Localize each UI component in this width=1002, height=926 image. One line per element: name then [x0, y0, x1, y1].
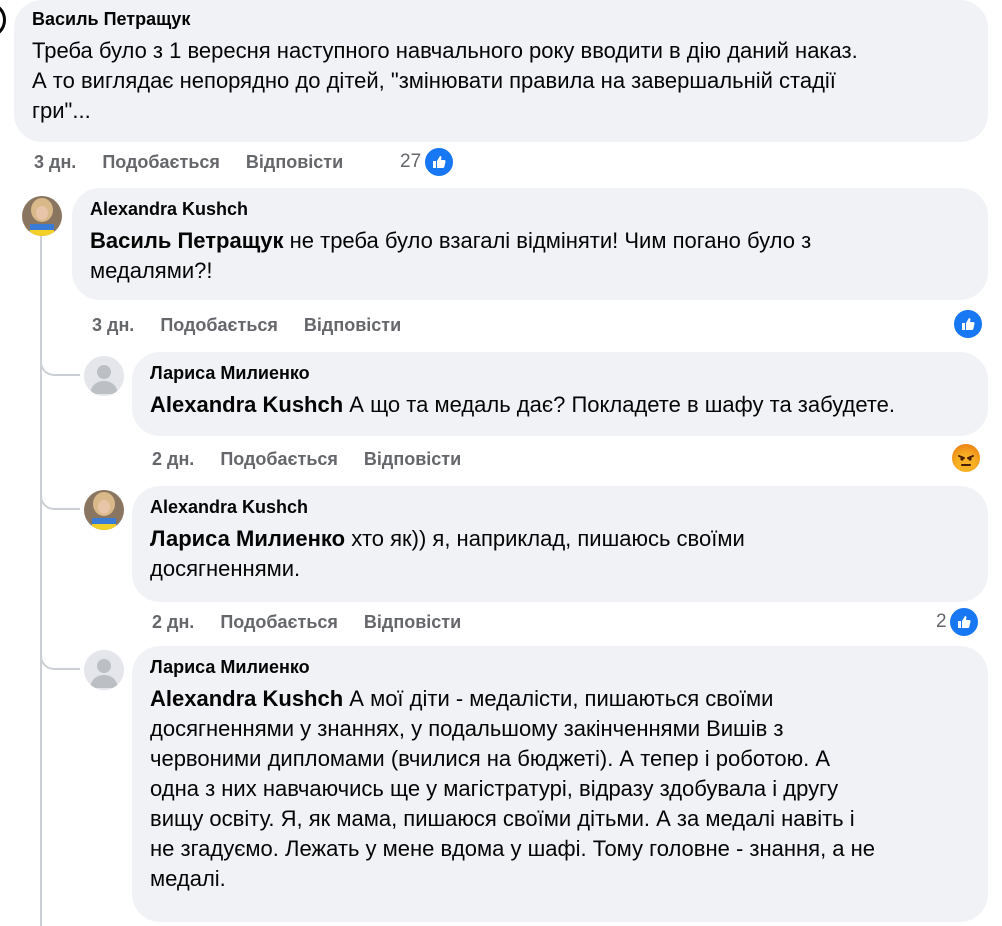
reply-button[interactable]: Відповісти — [304, 315, 401, 336]
comment-author[interactable]: Лариса Милиенко — [150, 656, 970, 678]
comment-actions-2: 3 дн. Подобається Відповісти — [92, 312, 427, 338]
reply-button[interactable]: Відповісти — [364, 449, 461, 470]
comment-text-segment: не треба було взагалі відміняти! Чим пог… — [283, 228, 812, 253]
comment-actions-1: 3 дн. Подобається Відповісти — [34, 149, 369, 175]
reaction-summary-3[interactable] — [950, 442, 982, 474]
comment-author[interactable]: Alexandra Kushch — [150, 496, 970, 518]
comment-bubble-3: Лариса Милиенко Alexandra Kushch А що та… — [132, 352, 988, 436]
reaction-count: 2 — [936, 611, 947, 632]
like-button[interactable]: Подобається — [220, 449, 338, 470]
avatar-default[interactable] — [84, 650, 124, 690]
avatar[interactable] — [22, 196, 62, 236]
comment-text: Василь Петращук не треба було взагалі ві… — [90, 226, 970, 286]
comment-text-line: червоними дипломами (вчилися на бюджеті)… — [150, 746, 831, 771]
comment-text-line: одна з них навчаючись ще у магістратурі,… — [150, 776, 839, 801]
comment-actions-3: 2 дн. Подобається Відповісти — [152, 446, 487, 472]
comment-timestamp[interactable]: 2 дн. — [152, 449, 194, 470]
mention-link[interactable]: Alexandra Kushch — [150, 392, 343, 417]
comment-text-line: А то виглядає непорядно до дітей, "зміню… — [32, 68, 836, 93]
comment-text-segment: А що та медаль дає? Покладете в шафу та … — [343, 392, 896, 417]
mention-link[interactable]: Alexandra Kushch — [150, 686, 343, 711]
comment-text-line: досягненнями у знаннях, у подальшому зак… — [150, 716, 784, 741]
comment-text-line: вищу освіту. Я, як мама, пишаюся своїми … — [150, 806, 855, 831]
comment-text: Alexandra Kushch А що та медаль дає? Пок… — [150, 390, 970, 420]
comment-author[interactable]: Лариса Милиенко — [150, 362, 970, 384]
like-button[interactable]: Подобається — [220, 612, 338, 633]
comment-text-line: гри"... — [32, 98, 91, 123]
thread-curve-3 — [40, 630, 80, 670]
thread-curve-2 — [40, 470, 80, 510]
reaction-summary-4[interactable]: 2 — [936, 606, 980, 638]
comment-text: Alexandra Kushch А мої діти - медалісти,… — [150, 684, 970, 894]
like-icon — [952, 308, 984, 340]
comment-text-line: медалі. — [150, 866, 226, 891]
reply-button[interactable]: Відповісти — [246, 152, 343, 173]
reaction-summary-2[interactable] — [952, 308, 984, 340]
comment-actions-4: 2 дн. Подобається Відповісти — [152, 609, 487, 635]
like-icon — [947, 606, 980, 638]
comment-bubble-2: Alexandra Kushch Василь Петращук не треб… — [72, 188, 988, 300]
comment-timestamp[interactable]: 2 дн. — [152, 612, 194, 633]
comment-text-segment: хто як)) я, наприклад, пишаюсь своїми — [345, 526, 745, 551]
comment-bubble-5: Лариса Милиенко Alexandra Kushch А мої д… — [132, 646, 988, 922]
reaction-summary-1[interactable]: 27 — [400, 146, 456, 178]
comment-author[interactable]: Василь Петращук — [32, 8, 970, 30]
comment-bubble-1: Василь Петращук Треба було з 1 вересня н… — [14, 0, 988, 142]
like-button[interactable]: Подобається — [160, 315, 278, 336]
comment-text-line: не згадуємо. Лежать у мене вдома у шафі.… — [150, 836, 876, 861]
reply-button[interactable]: Відповісти — [364, 612, 461, 633]
comment-text-segment: досягненнями. — [150, 556, 301, 581]
comment-text: Треба було з 1 вересня наступного навчал… — [32, 36, 970, 126]
comment-timestamp[interactable]: 3 дн. — [34, 152, 76, 173]
comment-text-segment: А мої діти - медалісти, пишаються своїми — [343, 686, 774, 711]
comment-author[interactable]: Alexandra Kushch — [90, 198, 970, 220]
mention-link[interactable]: Лариса Милиенко — [150, 526, 345, 551]
angry-icon — [950, 442, 982, 474]
reaction-count: 27 — [400, 151, 422, 172]
comment-text-line: Треба було з 1 вересня наступного навчал… — [32, 38, 858, 63]
like-icon — [423, 146, 456, 178]
thread-curve-1 — [40, 336, 80, 376]
comment-bubble-4: Alexandra Kushch Лариса Милиенко хто як)… — [132, 486, 988, 602]
avatar[interactable] — [84, 490, 124, 530]
like-button[interactable]: Подобається — [102, 152, 220, 173]
avatar-partial[interactable] — [0, 2, 6, 38]
comment-text: Лариса Милиенко хто як)) я, наприклад, п… — [150, 524, 970, 584]
avatar-default[interactable] — [84, 356, 124, 396]
comment-text-segment: медалями?! — [90, 258, 213, 283]
comment-timestamp[interactable]: 3 дн. — [92, 315, 134, 336]
mention-link[interactable]: Василь Петращук — [90, 228, 284, 253]
